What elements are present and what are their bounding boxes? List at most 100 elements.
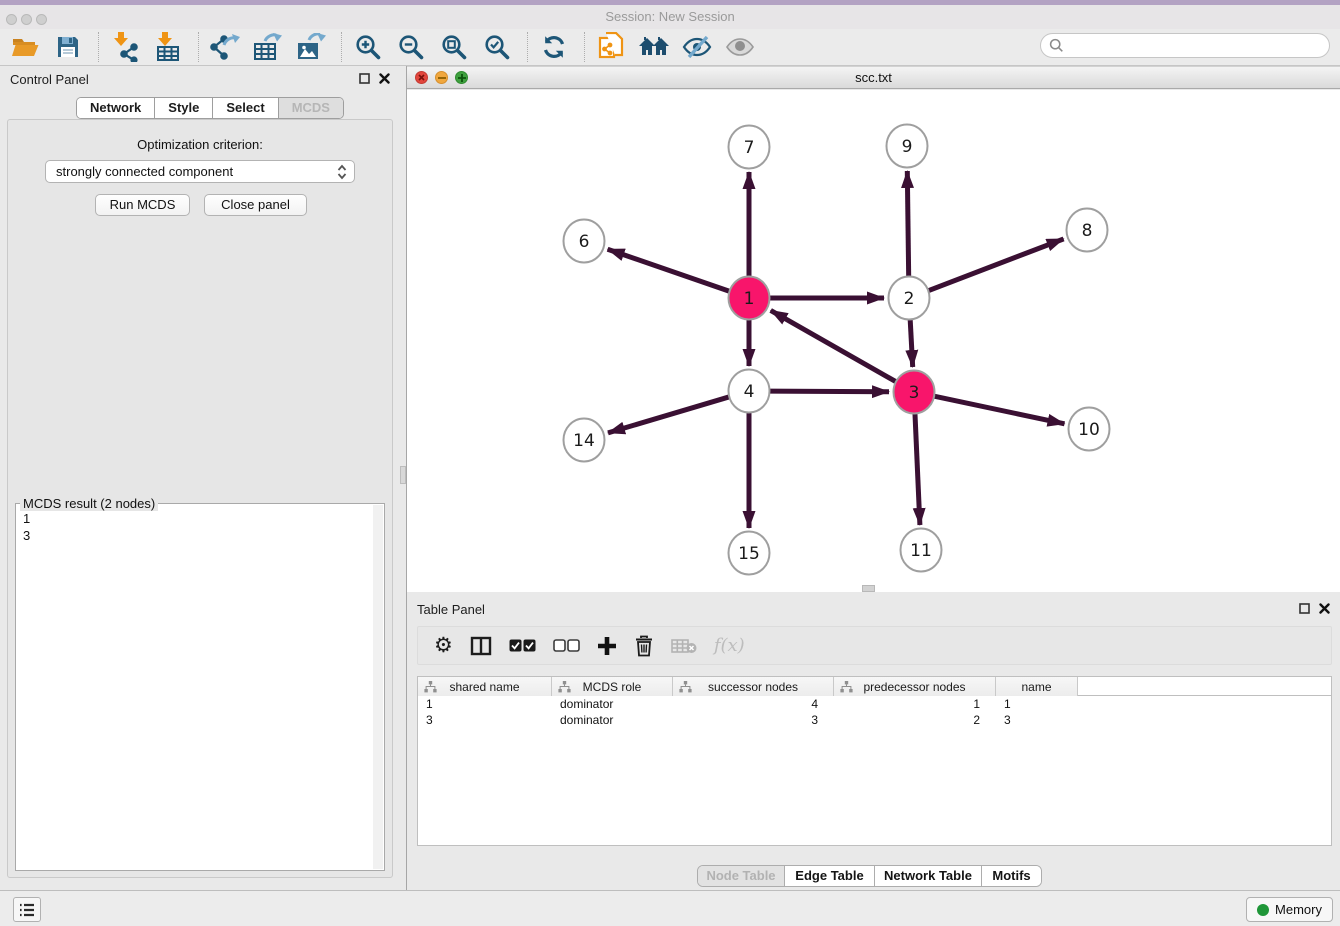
network-canvas[interactable]: 7 9 6 8 1 2 4 3 14 10 15 11 [407,90,1340,592]
column-header-name[interactable]: name [996,677,1078,696]
tab-node-table[interactable]: Node Table [698,866,784,886]
edge-3-11[interactable] [915,412,920,525]
tab-motifs[interactable]: Motifs [981,866,1041,886]
home-networks-button[interactable] [637,31,671,63]
edge-2-8[interactable] [928,239,1064,291]
vertical-splitter[interactable] [400,66,407,890]
tab-edge-table[interactable]: Edge Table [784,866,874,886]
mcds-result-item: 3 [23,527,30,544]
column-header-predecessor-nodes[interactable]: predecessor nodes [834,677,996,696]
table-cell[interactable]: 3 [996,712,1078,728]
show-columns-button[interactable] [470,631,492,661]
graph-node-1[interactable]: 1 [729,277,770,320]
graph-node-10[interactable]: 10 [1069,408,1110,451]
add-row-button[interactable] [597,631,617,661]
edge-3-10[interactable] [934,396,1065,424]
deselect-all-rows-button[interactable] [553,631,580,661]
tab-select[interactable]: Select [212,98,277,118]
table-cell[interactable]: 3 [418,712,552,728]
graph-node-3[interactable]: 3 [894,371,935,414]
table-cell[interactable]: 1 [418,696,552,712]
export-network-button[interactable] [208,31,242,63]
table-cell[interactable]: 2 [834,712,996,728]
export-image-button[interactable] [294,31,328,63]
export-table-button[interactable] [251,31,285,63]
table-cell[interactable]: 1 [834,696,996,712]
column-header-mcds-role[interactable]: MCDS role [552,677,673,696]
zoom-in-icon [355,34,381,60]
search-box[interactable] [1040,33,1330,58]
network-window-titlebar: scc.txt [407,66,1340,89]
import-network-button[interactable] [108,31,142,63]
zoom-selected-button[interactable] [480,31,514,63]
refresh-button[interactable] [537,31,571,63]
graph-node-7[interactable]: 7 [729,126,770,169]
tab-mcds[interactable]: MCDS [278,98,343,118]
zoom-fit-button[interactable] [437,31,471,63]
zoom-out-button[interactable] [394,31,428,63]
duplicate-network-icon [597,32,625,62]
graph-node-14[interactable]: 14 [564,419,605,462]
graph-node-11[interactable]: 11 [901,529,942,572]
table-cell[interactable]: 3 [673,712,834,728]
save-session-button[interactable] [51,31,85,63]
column-header-successor-nodes[interactable]: successor nodes [673,677,834,696]
import-table-button[interactable] [151,31,185,63]
show-all-button[interactable] [723,31,757,63]
run-mcds-button[interactable]: Run MCDS [95,194,190,216]
graph-node-6[interactable]: 6 [564,220,605,263]
open-session-button[interactable] [8,31,42,63]
graph-node-15[interactable]: 15 [729,532,770,575]
close-panel-icon[interactable] [378,72,390,84]
tab-network[interactable]: Network [77,98,154,118]
tab-network-table[interactable]: Network Table [874,866,981,886]
delete-table-button[interactable] [671,631,697,661]
graph-node-4[interactable]: 4 [729,370,770,413]
graph-node-2[interactable]: 2 [889,277,930,320]
splitter-handle[interactable] [400,466,406,484]
zoom-out-icon [398,34,424,60]
toolbar-separator [198,32,199,62]
table-cell[interactable]: 1 [996,696,1078,712]
table-row[interactable]: 1dominator411 [418,696,1331,712]
criterion-select[interactable]: strongly connected component [45,160,355,183]
zoom-in-button[interactable] [351,31,385,63]
canvas-resize-grip[interactable] [862,585,875,592]
table-cell[interactable]: dominator [552,696,673,712]
close-panel-button[interactable]: Close panel [204,194,307,216]
duplicate-network-button[interactable] [594,31,628,63]
edge-2-9[interactable] [907,171,908,278]
svg-text:10: 10 [1078,420,1100,440]
tab-style[interactable]: Style [154,98,212,118]
function-builder-button[interactable]: f(x) [714,631,745,661]
task-history-button[interactable] [13,897,41,922]
network-graph: 7 9 6 8 1 2 4 3 14 10 15 11 [407,90,1340,592]
table-row[interactable]: 3dominator323 [418,712,1331,728]
graph-node-8[interactable]: 8 [1067,209,1108,252]
edge-2-3[interactable] [910,318,913,367]
column-header-shared-name[interactable]: shared name [418,677,552,696]
svg-text:9: 9 [902,137,913,157]
eye-slash-icon [682,36,712,58]
export-network-icon [210,33,240,61]
table-toolbar: ⚙ f(x) [417,626,1332,665]
float-table-panel-icon[interactable] [1298,602,1310,614]
svg-text:4: 4 [744,382,755,402]
table-settings-button[interactable]: ⚙ [434,631,453,661]
edge-4-14[interactable] [608,397,730,433]
table-cell[interactable]: dominator [552,712,673,728]
memory-button[interactable]: Memory [1246,897,1333,922]
float-panel-icon[interactable] [358,72,370,84]
edge-4-3[interactable] [769,391,889,392]
graph-node-9[interactable]: 9 [887,125,928,168]
table-cell[interactable]: 4 [673,696,834,712]
hide-selected-button[interactable] [680,31,714,63]
close-table-panel-icon[interactable] [1318,602,1330,614]
select-all-rows-button[interactable] [509,631,536,661]
edge-1-6[interactable] [608,249,731,291]
result-scrollbar[interactable] [373,505,383,869]
zoom-selected-icon [484,34,510,60]
edge-3-1[interactable] [771,310,897,382]
delete-row-button[interactable] [634,631,654,661]
search-input[interactable] [1064,36,1329,56]
